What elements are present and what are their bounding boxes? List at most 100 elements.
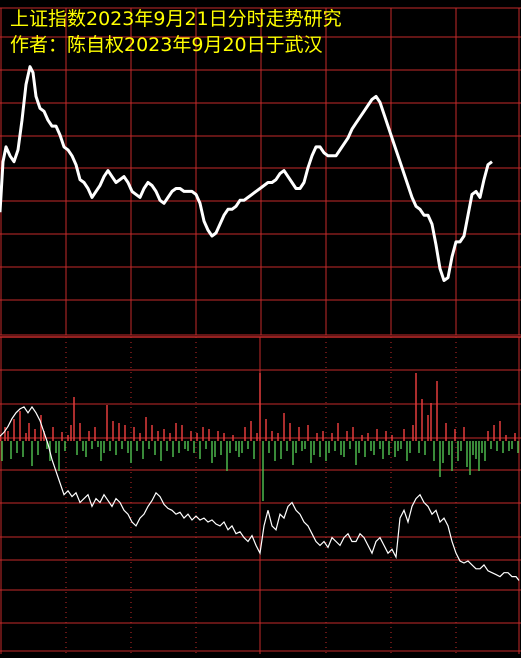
volume-bar (346, 431, 348, 441)
volume-bar (181, 425, 183, 441)
volume-bar (241, 441, 243, 453)
volume-bar (496, 441, 498, 451)
volume-bar (388, 441, 390, 455)
volume-bar (64, 441, 66, 451)
volume-bar (19, 411, 21, 441)
volume-bar (478, 441, 480, 471)
volume-bar (1, 441, 3, 461)
volume-bar (262, 441, 264, 501)
volume-bar (247, 441, 249, 449)
volume-bar (151, 425, 153, 441)
volume-bar (448, 441, 450, 455)
volume-bar (235, 441, 237, 451)
volume-bar (256, 433, 258, 441)
volume-bar (16, 441, 18, 453)
volume-bar (199, 441, 201, 459)
volume-bar (433, 441, 435, 461)
volume-bar (88, 431, 90, 441)
volume-bar (196, 433, 198, 441)
volume-bar (178, 441, 180, 453)
volume-bar (190, 431, 192, 441)
volume-bar (340, 441, 342, 455)
volume-bar (127, 441, 129, 453)
volume-bar (103, 441, 105, 453)
volume-bar (475, 441, 477, 459)
volume-bar (70, 425, 72, 441)
volume-bar (319, 441, 321, 457)
volume-bar (511, 441, 513, 449)
volume-bar (454, 429, 456, 441)
volume-bar (358, 441, 360, 453)
volume-bar (472, 441, 474, 455)
volume-bar (322, 431, 324, 441)
volume-bar (466, 441, 468, 467)
volume-bar (139, 433, 141, 441)
volume-bar (220, 441, 222, 455)
volume-bar (148, 441, 150, 449)
volume-bar (316, 433, 318, 441)
volume-bar (253, 441, 255, 459)
volume-bar (175, 423, 177, 441)
volume-bar (94, 427, 96, 441)
volume-bar (397, 441, 399, 451)
volume-bar (58, 441, 60, 471)
volume-bar (385, 431, 387, 441)
volume-bar (274, 441, 276, 461)
volume-bar (211, 441, 213, 463)
volume-bar (7, 431, 9, 441)
volume-bar (217, 431, 219, 441)
volume-bar (493, 425, 495, 441)
volume-bar (289, 423, 291, 441)
volume-bar (376, 429, 378, 441)
volume-bar (451, 441, 453, 471)
volume-bar (439, 441, 441, 477)
volume-bar (457, 441, 459, 461)
volume-bar (40, 415, 42, 441)
volume-bar (421, 399, 423, 441)
title-line-2: 作者：陈自权2023年9月20日于武汉 (10, 34, 323, 56)
volume-bar (118, 423, 120, 441)
volume-bar (442, 441, 444, 463)
volume-bar (331, 433, 333, 441)
volume-bar (514, 433, 516, 441)
volume-bar (37, 441, 39, 455)
volume-bar (508, 441, 510, 451)
volume-bar (85, 441, 87, 457)
volume-bar (364, 441, 366, 457)
volume-bar (22, 441, 24, 457)
volume-bar (307, 425, 309, 441)
volume-bar (115, 441, 117, 455)
volume-bar (409, 441, 411, 453)
volume-bar (352, 427, 354, 441)
volume-bar (52, 427, 54, 441)
volume-bar (304, 441, 306, 449)
volume-bar (268, 441, 270, 453)
volume-bar (265, 419, 267, 441)
volume-bar (154, 441, 156, 455)
volume-bar (490, 441, 492, 449)
chart: 上证指数2023年9月21日分时走势研究 作者：陈自权2023年9月20日于武汉 (0, 0, 521, 654)
volume-bar (487, 431, 489, 441)
volume-bar (298, 427, 300, 441)
volume-bar (430, 403, 432, 441)
volume-bar (394, 441, 396, 457)
volume-bar (382, 441, 384, 459)
volume-bar (226, 441, 228, 471)
volume-bar (238, 441, 240, 457)
volume-bar (136, 441, 138, 451)
volume-bar (214, 441, 216, 457)
title-line-1: 上证指数2023年9月21日分时走势研究 (10, 8, 342, 30)
volume-bar (205, 441, 207, 449)
volume-bar (334, 441, 336, 451)
volume-bar (73, 397, 75, 441)
volume-bar (109, 441, 111, 451)
volume-bar (280, 441, 282, 459)
volume-bar (130, 441, 132, 463)
volume-bar (112, 421, 114, 441)
volume-bar (82, 441, 84, 451)
volume-bar (406, 441, 408, 461)
volume-bar (373, 441, 375, 455)
volume-bar (97, 441, 99, 447)
volume-bar (229, 441, 231, 453)
volume-bar (208, 429, 210, 441)
